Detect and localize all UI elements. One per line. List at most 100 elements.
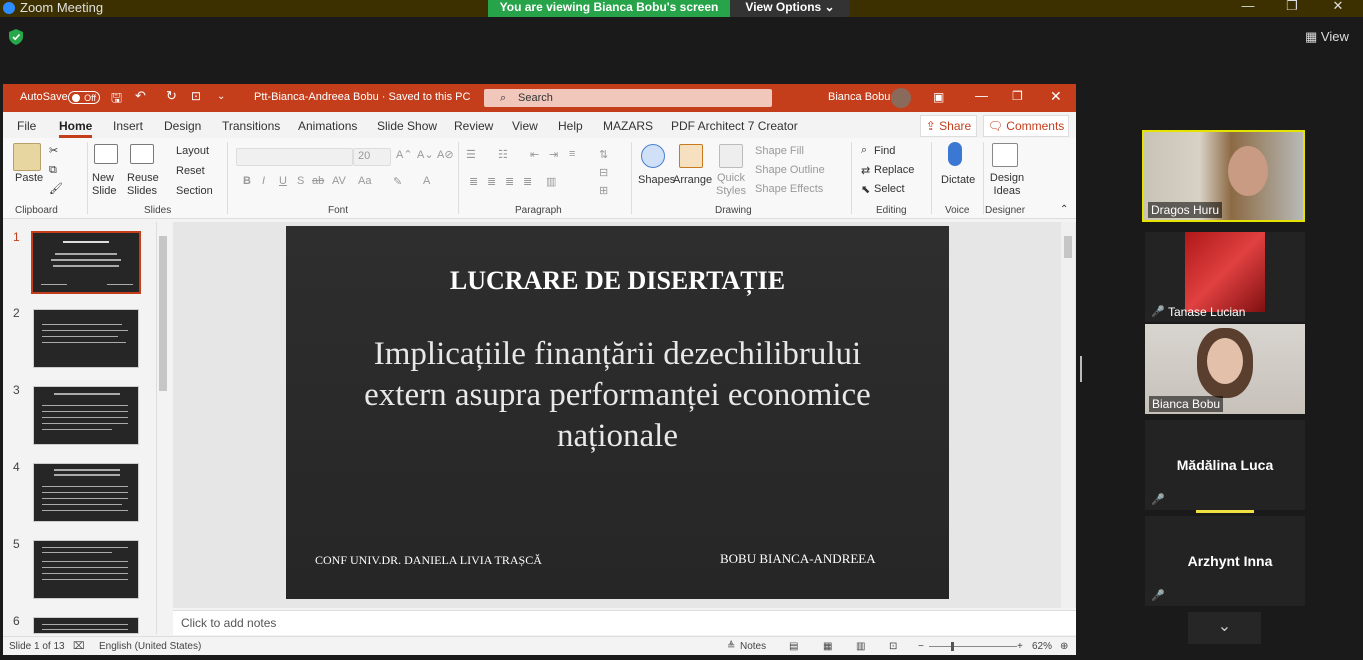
font-size-input[interactable]: 20 [353,148,391,166]
comments-button[interactable]: 🗨 Comments [983,115,1069,137]
participant-tile-active-speaker[interactable]: Dragos Huru [1142,130,1305,222]
highlight-icon[interactable]: ✎ [393,175,402,188]
shadow-icon[interactable]: S [297,175,304,187]
bold-icon[interactable]: B [243,175,251,187]
panel-split-handle[interactable] [1080,356,1082,382]
shape-outline-button[interactable]: Shape Outline [755,164,825,176]
quick-styles-icon[interactable] [719,144,743,168]
undo-icon[interactable]: ↶ [135,88,146,104]
slide-thumbnail[interactable] [33,617,139,634]
slide-coordinator[interactable]: CONF UNIV.DR. DANIELA LIVIA TRAȘCĂ [315,553,542,568]
clear-format-icon[interactable]: A⊘ [437,148,454,161]
redo-icon[interactable]: ↻ [166,88,177,104]
shapes-button[interactable]: Shapes [638,174,675,186]
view-button[interactable]: ▦ View [1305,29,1349,45]
save-icon[interactable]: 🖫 [111,89,122,111]
ribbon-display-icon[interactable]: ▣ [933,90,944,104]
minimize-button[interactable]: — [1233,0,1263,16]
language-status[interactable]: English (United States) [99,641,201,652]
text-direction-icon[interactable]: ⇅ [599,148,608,161]
editor-scrollbar[interactable] [1061,222,1075,608]
customize-toolbar-icon[interactable]: ⌄ [217,91,225,102]
bullets-icon[interactable]: ☰ [466,148,476,161]
reset-button[interactable]: Reset [176,165,205,177]
zoom-level[interactable]: 62% [1032,641,1052,652]
italic-icon[interactable]: I [262,175,265,187]
participant-tile[interactable]: 🎤 Tanase Lucian [1145,232,1305,322]
cut-icon[interactable]: ✂ [49,144,58,157]
font-name-input[interactable] [236,148,353,166]
design-ideas-icon[interactable] [992,143,1018,167]
increase-font-icon[interactable]: A⌃ [396,148,413,161]
tab-animations[interactable]: Animations [298,119,357,133]
decrease-font-icon[interactable]: A⌄ [417,148,434,161]
shapes-icon[interactable] [641,144,665,168]
notes-toggle[interactable]: Notes [740,641,766,652]
slideshow-icon[interactable]: ⊡ [889,641,897,652]
char-spacing-icon[interactable]: AV [332,175,346,187]
select-icon[interactable]: ⬉ [861,183,870,196]
underline-icon[interactable]: U [279,175,287,187]
maximize-button[interactable]: ❐ [1277,0,1307,16]
share-button[interactable]: ⇪ Share [920,115,977,137]
collapse-ribbon-icon[interactable]: ⌃ [1060,204,1068,215]
tab-home[interactable]: Home [59,119,93,138]
tab-insert[interactable]: Insert [113,119,143,133]
find-icon[interactable]: ⌕ [861,144,867,157]
arrange-icon[interactable] [679,144,703,168]
align-center-icon[interactable]: ≣ [487,175,496,188]
new-slide-icon[interactable] [94,144,118,164]
justify-icon[interactable]: ≣ [523,175,532,188]
arrange-button[interactable]: Arrange [673,174,712,186]
font-color-icon[interactable]: A [423,175,430,187]
avatar[interactable] [891,88,911,108]
increase-indent-icon[interactable]: ⇥ [549,148,558,161]
slide-subtitle[interactable]: Implicațiile finanțării dezechilibrului … [346,334,889,457]
align-right-icon[interactable]: ≣ [505,175,514,188]
format-painter-icon[interactable]: 🖌 [49,182,63,195]
copy-icon[interactable]: ⧉ [49,164,57,177]
zoom-slider-thumb[interactable] [951,642,954,651]
slide-thumbnail[interactable] [33,386,139,445]
slide-thumbnail[interactable] [31,231,141,294]
numbering-icon[interactable]: ☷ [498,148,508,161]
replace-icon[interactable]: ⇄ [861,164,870,177]
select-button[interactable]: Select [874,183,905,195]
shape-fill-button[interactable]: Shape Fill [755,145,804,157]
accessibility-icon[interactable]: ⌧ [73,641,85,652]
slide-thumbnail[interactable] [33,540,139,599]
fit-slide-icon[interactable]: ⊕ [1060,641,1068,652]
columns-icon[interactable]: ▥ [546,175,556,188]
ppt-minimize-button[interactable]: — [975,88,988,103]
tab-help[interactable]: Help [558,119,583,133]
layout-button[interactable]: Layout [176,145,209,157]
tab-review[interactable]: Review [454,119,493,133]
quick-styles-button[interactable]: Quick Styles [714,172,748,198]
smartart-icon[interactable]: ⊞ [599,184,608,197]
zoom-slider[interactable] [929,646,1017,647]
ppt-restore-button[interactable]: ❐ [1012,89,1023,103]
shape-effects-button[interactable]: Shape Effects [755,183,823,195]
line-spacing-icon[interactable]: ≡ [569,148,575,160]
tab-view[interactable]: View [512,119,538,133]
paste-button[interactable]: Paste [15,172,43,184]
chevron-down-icon[interactable]: ⌄ [1188,612,1261,644]
replace-button[interactable]: Replace [874,164,914,176]
normal-view-icon[interactable]: ▤ [789,641,798,652]
slide-sorter-icon[interactable]: ▦ [823,641,832,652]
find-button[interactable]: Find [874,145,895,157]
align-text-icon[interactable]: ⊟ [599,166,608,179]
slide-thumbnail[interactable] [33,309,139,368]
section-button[interactable]: Section [176,185,213,197]
slide-thumbnail[interactable] [33,463,139,522]
tab-design[interactable]: Design [164,119,201,133]
dictate-button[interactable]: Dictate [941,174,975,186]
reuse-slides-button[interactable]: Reuse Slides [127,172,159,198]
paste-icon[interactable] [13,143,41,171]
slide-canvas[interactable]: LUCRARE DE DISERTAȚIE Implicațiile finan… [286,226,949,599]
participant-tile[interactable]: Mădălina Luca 🎤 [1145,420,1305,513]
strikethrough-icon[interactable]: ab [312,175,324,187]
slide-title[interactable]: LUCRARE DE DISERTAȚIE [286,266,949,296]
ppt-close-button[interactable]: ✕ [1050,88,1062,105]
zoom-in-icon[interactable]: + [1017,641,1023,652]
